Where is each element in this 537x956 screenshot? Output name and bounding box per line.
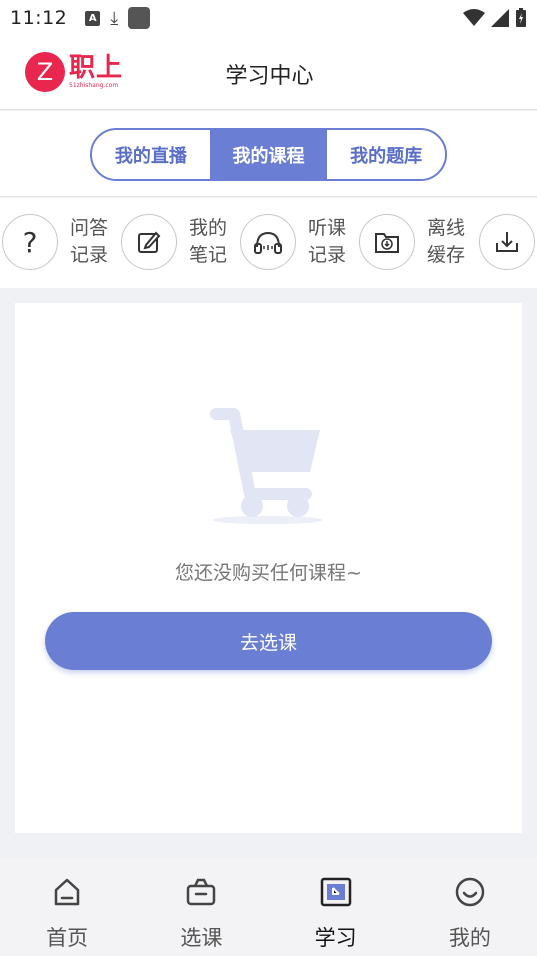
wifi-icon (463, 9, 485, 26)
tab-my-courses[interactable]: 我的课程 (209, 130, 328, 179)
tabbar-study-label: 学习 (314, 926, 357, 950)
smile-icon (454, 876, 486, 908)
status-time: 11:12 (10, 7, 68, 29)
tabbar-home[interactable]: 首页 (0, 858, 134, 956)
edit-note-icon (121, 214, 177, 270)
listen-label-line2: 记录 (308, 244, 347, 266)
tabbar-mine-label: 我的 (448, 926, 491, 950)
quick-action-my-notes[interactable]: 我的 笔记 (121, 214, 231, 270)
tabbar-study[interactable]: 学习 (269, 858, 403, 956)
tabbar-courses-label: 选课 (180, 926, 223, 950)
battery-icon (516, 8, 526, 27)
notes-label-line1: 我的 (189, 217, 228, 239)
quick-actions: ? 问答记录 我的笔记 听课记录 离线缓存 (0, 198, 537, 288)
cache-label-line1: 离线 (427, 217, 466, 239)
tab-my-question-bank[interactable]: 我的题库 (327, 130, 445, 179)
tabbar-courses[interactable]: 选课 (134, 858, 268, 956)
app-notification-icon (128, 7, 151, 29)
basket-icon (185, 876, 217, 908)
segmented-tabs: 我的直播 我的课程 我的题库 (90, 128, 447, 181)
download-status-icon: ⤓ (110, 7, 119, 29)
cart-icon (210, 408, 323, 524)
download-icon (479, 214, 535, 270)
page-title: 学习中心 (225, 64, 314, 89)
quick-action-qa-records[interactable]: ? 问答记录 (2, 214, 112, 270)
home-icon (51, 876, 83, 908)
choose-course-button[interactable]: 去选课 (45, 612, 492, 670)
empty-message: 您还没购买任何课程~ (175, 562, 362, 584)
quick-action-listen-records[interactable]: 听课 记录 (240, 214, 350, 270)
qa-label-line2: 记录 (70, 244, 109, 266)
bottom-tab-bar: 首页 选课 学习 我的 (0, 858, 537, 956)
notification-a-icon: A (85, 10, 101, 26)
notes-label-line2: 笔记 (189, 244, 228, 266)
quick-action-downloads[interactable] (479, 214, 535, 270)
tab-my-live[interactable]: 我的直播 (92, 130, 210, 179)
tabs-area: 我的直播 我的课程 我的题库 (0, 111, 537, 197)
status-bar: 11:12 A ⤓ (0, 0, 537, 36)
study-icon (320, 876, 352, 908)
header: Z 职上 51zhishang.com 学习中心 (0, 36, 537, 110)
cache-label-line2: 缓存 (427, 244, 466, 266)
signal-icon (491, 9, 509, 27)
tabbar-mine[interactable]: 我的 (403, 858, 537, 956)
listen-label-line1: 听课 (308, 217, 347, 239)
course-list-card: 您还没购买任何课程~ 去选课 (15, 303, 522, 833)
folder-download-icon (359, 214, 415, 270)
quick-action-offline-cache[interactable]: 离线 缓存 (359, 214, 469, 270)
qa-label-line1: 问答 (70, 217, 109, 239)
headphones-icon (240, 214, 296, 270)
question-icon: ? (2, 214, 58, 270)
tabbar-home-label: 首页 (46, 926, 89, 950)
